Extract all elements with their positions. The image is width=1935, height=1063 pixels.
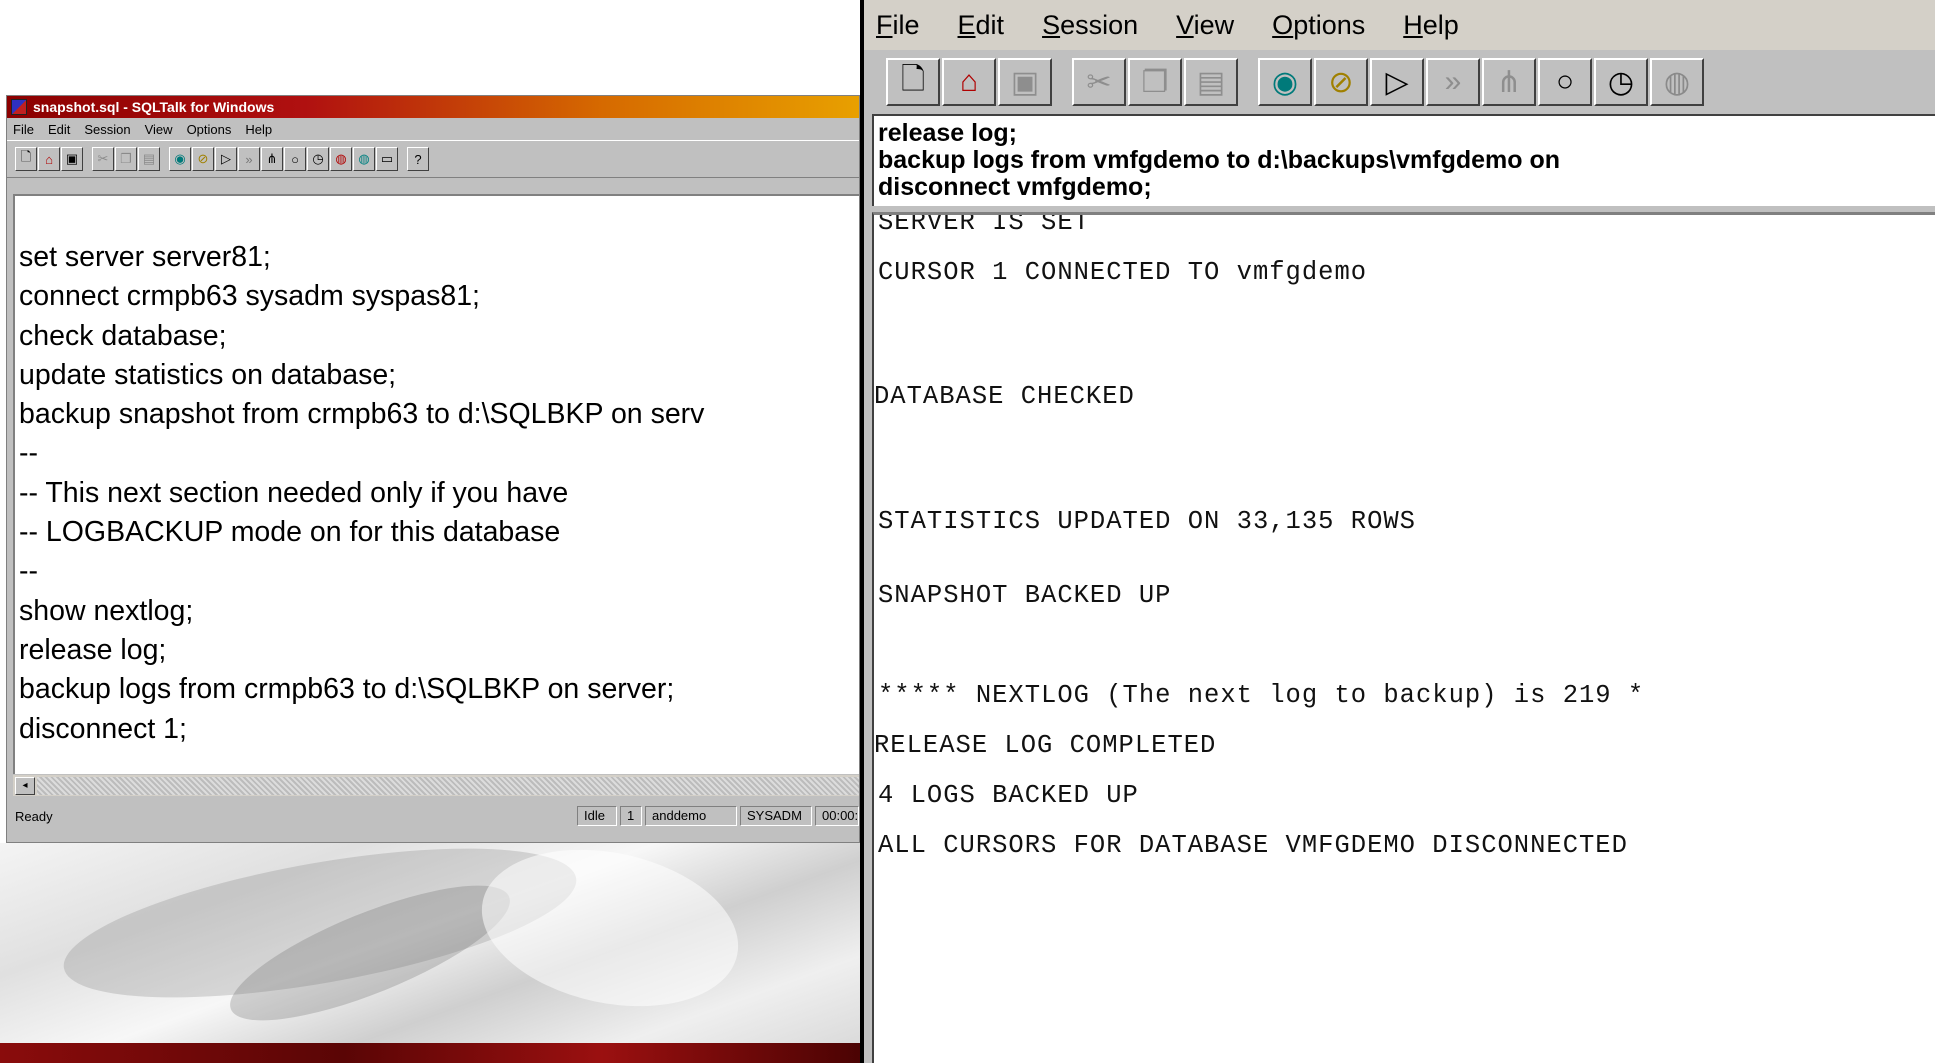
status-cursor: 1 — [620, 806, 642, 826]
open-folder-icon[interactable]: ⌂ — [942, 58, 996, 106]
output-line: 4 LOGS BACKED UP — [878, 781, 1139, 810]
copy-icon[interactable]: ❐ — [1128, 58, 1182, 106]
fast-forward-icon[interactable]: » — [238, 147, 260, 171]
new-document-icon[interactable]: 🗋 — [15, 147, 37, 171]
menu-edit[interactable]: Edit — [958, 10, 1005, 41]
paste-icon[interactable]: ▤ — [138, 147, 160, 171]
cut-icon[interactable]: ✂ — [1072, 58, 1126, 106]
slide-background-graphic — [0, 843, 860, 1063]
window-title-bar[interactable]: snapshot.sql - SQLTalk for Windows — [7, 96, 859, 118]
status-user: SYSADM — [740, 806, 812, 826]
menu-edit[interactable]: Edit — [48, 122, 70, 137]
code-line: backup logs from crmpb63 to d:\SQLBKP on… — [19, 673, 675, 706]
menu-session[interactable]: Session — [1042, 10, 1138, 41]
help-icon[interactable]: ? — [407, 147, 429, 171]
menu-options[interactable]: Options — [1272, 10, 1365, 41]
menu-file[interactable]: File — [13, 122, 34, 137]
fast-forward-icon[interactable]: » — [1426, 58, 1480, 106]
sql-output-pane[interactable]: SERVER IS SET CURSOR 1 CONNECTED TO vmfg… — [872, 212, 1935, 1063]
status-bar: Ready Idle 1 anddemo SYSADM 00:00:2 — [13, 804, 859, 828]
menu-session[interactable]: Session — [84, 122, 130, 137]
output-line: SNAPSHOT BACKED UP — [878, 581, 1172, 610]
stopwatch-icon[interactable]: ◷ — [307, 147, 329, 171]
sqltalk-window-zoomed[interactable]: File Edit Session View Options Help 🗋 ⌂ … — [860, 0, 1935, 1063]
code-line: connect crmpb63 sysadm syspas81; — [19, 280, 480, 313]
database-icon[interactable]: ◍ — [330, 147, 352, 171]
code-line: show nextlog; — [19, 594, 194, 627]
toolbar: 🗋 ⌂ ▣ ✂ ❐ ▤ ◉ ⊘ ▷ » ⋔ ○ ◷ ◍ — [864, 50, 1935, 114]
code-line: -- — [19, 437, 38, 470]
code-line: backup snapshot from crmpb63 to d:\SQLBK… — [19, 398, 705, 431]
scrollbar-track[interactable] — [37, 777, 859, 795]
input-line: disconnect vmfgdemo; — [878, 173, 1152, 201]
input-line: release log; — [878, 119, 1017, 147]
background-swoosh — [467, 843, 753, 1029]
database-icon[interactable]: ◍ — [1650, 58, 1704, 106]
open-folder-icon[interactable]: ⌂ — [38, 147, 60, 171]
copy-icon[interactable]: ❐ — [115, 147, 137, 171]
output-line: ALL CURSORS FOR DATABASE VMFGDEMO DISCON… — [878, 831, 1628, 860]
menu-help[interactable]: Help — [1403, 10, 1459, 41]
menu-file[interactable]: File — [876, 10, 920, 41]
menu-bar: File Edit Session View Options Help — [864, 0, 1935, 50]
status-time: 00:00:2 — [815, 806, 859, 826]
code-line: check database; — [19, 319, 227, 352]
code-line: disconnect 1; — [19, 712, 187, 745]
new-document-icon[interactable]: 🗋 — [886, 58, 940, 106]
status-database: anddemo — [645, 806, 737, 826]
window-icon[interactable]: ▭ — [376, 147, 398, 171]
connect-database-icon[interactable]: ◉ — [169, 147, 191, 171]
stopwatch-icon[interactable]: ◷ — [1594, 58, 1648, 106]
execute-icon[interactable]: ⊘ — [1314, 58, 1368, 106]
paste-icon[interactable]: ▤ — [1184, 58, 1238, 106]
output-line: SERVER IS SET — [878, 212, 1090, 237]
sqltalk-window-small[interactable]: snapshot.sql - SQLTalk for Windows File … — [6, 95, 860, 843]
code-line: -- LOGBACKUP mode on for this database — [19, 516, 561, 549]
code-line: release log; — [19, 633, 167, 666]
toolbar: 🗋 ⌂ ▣ ✂ ❐ ▤ ◉ ⊘ ▷ » ⋔ ○ ◷ ◍ ◍ ▭ ? — [7, 140, 859, 178]
menu-options[interactable]: Options — [187, 122, 232, 137]
window-title: snapshot.sql - SQLTalk for Windows — [33, 99, 275, 115]
output-line: DATABASE CHECKED — [874, 382, 1135, 411]
tree-icon[interactable]: ⋔ — [1482, 58, 1536, 106]
output-line: CURSOR 1 CONNECTED TO vmfgdemo — [878, 258, 1368, 287]
code-line: set server server81; — [19, 241, 271, 273]
database-icon[interactable]: ◍ — [353, 147, 375, 171]
execute-step-icon[interactable]: ▷ — [1370, 58, 1424, 106]
horizontal-scrollbar[interactable]: ◂ — [13, 774, 859, 796]
speech-bubble-icon[interactable]: ○ — [1538, 58, 1592, 106]
execute-icon[interactable]: ⊘ — [192, 147, 214, 171]
menu-help[interactable]: Help — [245, 122, 272, 137]
status-state: Idle — [577, 806, 617, 826]
output-line: RELEASE LOG COMPLETED — [874, 731, 1217, 760]
sql-editor[interactable]: set server server81; connect crmpb63 sys… — [13, 194, 859, 774]
code-line: -- This next section needed only if you … — [19, 476, 569, 509]
sql-input-pane[interactable]: release log; backup logs from vmfgdemo t… — [872, 114, 1935, 206]
menu-bar: File Edit Session View Options Help — [7, 118, 859, 140]
output-line: STATISTICS UPDATED ON 33,135 ROWS — [878, 507, 1416, 536]
code-line: -- — [19, 555, 38, 588]
input-line: backup logs from vmfgdemo to d:\backups\… — [878, 146, 1561, 174]
connect-database-icon[interactable]: ◉ — [1258, 58, 1312, 106]
menu-view[interactable]: View — [1176, 10, 1234, 41]
output-line: ***** NEXTLOG (The next log to backup) i… — [878, 681, 1645, 710]
slide-background-band — [0, 1043, 860, 1063]
code-line: update statistics on database; — [19, 358, 397, 391]
speech-bubble-icon[interactable]: ○ — [284, 147, 306, 171]
sqltalk-app-icon[interactable] — [11, 99, 27, 115]
save-disk-icon[interactable]: ▣ — [998, 58, 1052, 106]
menu-view[interactable]: View — [145, 122, 173, 137]
tree-icon[interactable]: ⋔ — [261, 147, 283, 171]
scroll-left-arrow-icon[interactable]: ◂ — [15, 777, 35, 795]
execute-step-icon[interactable]: ▷ — [215, 147, 237, 171]
save-disk-icon[interactable]: ▣ — [61, 147, 83, 171]
cut-icon[interactable]: ✂ — [92, 147, 114, 171]
status-ready: Ready — [15, 808, 53, 824]
